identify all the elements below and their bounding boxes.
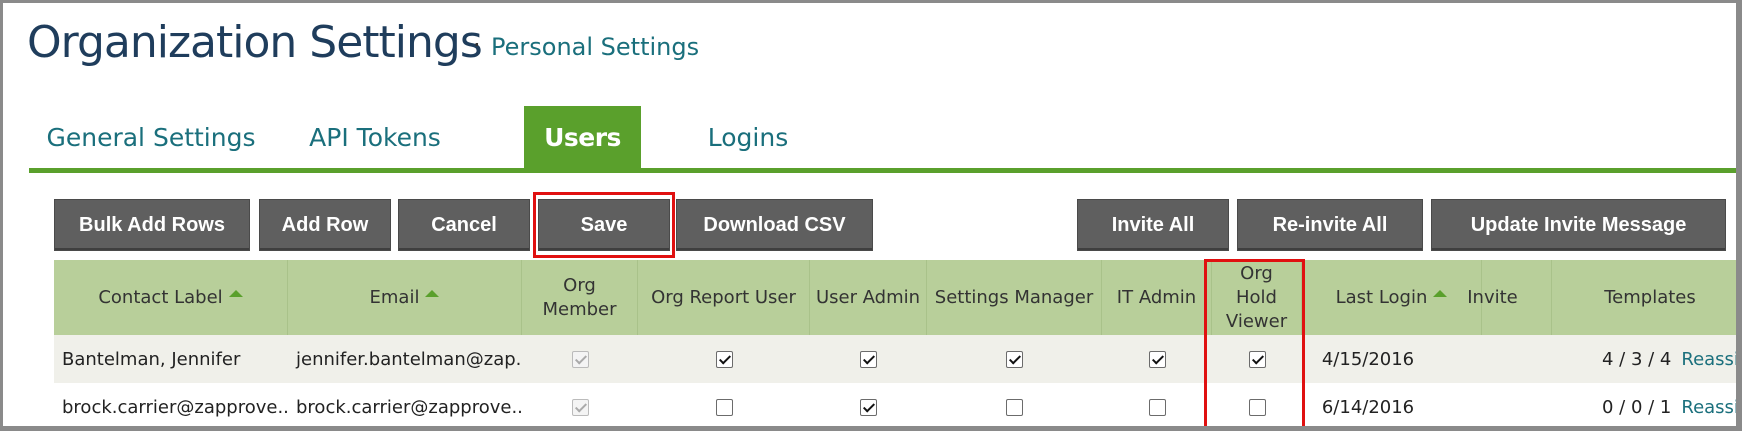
col-it-admin: IT Admin [1102, 260, 1212, 335]
col-templates: Templates [1604, 286, 1696, 308]
last-login-cell: 6/14/2016 [1321, 396, 1415, 418]
org-report-user-checkbox[interactable] [715, 398, 733, 416]
cancel-button[interactable]: Cancel [398, 199, 530, 251]
update-invite-message-button[interactable]: Update Invite Message [1431, 199, 1726, 251]
save-highlight-box [533, 192, 675, 258]
contact-label-cell: Bantelman, Jennifer [62, 348, 241, 370]
invite-cell [1434, 383, 1552, 426]
org-member-checkbox [571, 350, 589, 368]
col-user-admin: User Admin [810, 260, 927, 335]
reassign-link[interactable]: Reassign [1681, 397, 1736, 418]
tab-general-settings[interactable]: General Settings [29, 106, 273, 170]
last-login-cell: 4/15/2016 [1321, 348, 1415, 370]
invite-cell [1434, 335, 1552, 383]
page-title: Organization Settings [27, 17, 483, 68]
tab-bar: General Settings API Tokens Users Logins [29, 106, 1736, 170]
email-cell: jennifer.bantelman@zap... [296, 348, 522, 370]
tab-api-tokens[interactable]: API Tokens [289, 106, 461, 170]
sort-asc-icon [425, 290, 440, 297]
table-row: brock.carrier@zapprove... brock.carrier@… [54, 383, 1736, 426]
org-report-user-checkbox[interactable] [715, 350, 733, 368]
col-contact-label[interactable]: Contact Label [54, 260, 288, 335]
personal-settings-link[interactable]: Personal Settings [491, 33, 699, 61]
settings-manager-checkbox[interactable] [1006, 398, 1023, 416]
settings-window: Organization Settings · Personal Setting… [0, 0, 1742, 431]
bulk-add-rows-button[interactable]: Bulk Add Rows [54, 199, 250, 251]
user-admin-checkbox[interactable] [860, 350, 877, 368]
it-admin-checkbox[interactable] [1148, 398, 1166, 416]
org-member-checkbox [571, 398, 589, 416]
reassign-link[interactable]: Reassign [1681, 349, 1736, 370]
tab-users[interactable]: Users [524, 106, 641, 170]
it-admin-checkbox[interactable] [1148, 350, 1166, 368]
contact-label-cell: brock.carrier@zapprove... [62, 396, 288, 418]
add-row-button[interactable]: Add Row [259, 199, 391, 251]
sort-asc-icon [228, 290, 243, 297]
templates-count: 4 / 3 / 4 [1602, 348, 1672, 370]
org-hold-viewer-highlight-box [1204, 259, 1305, 426]
tab-logins[interactable]: Logins [693, 106, 803, 170]
settings-manager-checkbox[interactable] [1006, 350, 1023, 368]
col-invite: Invite [1434, 260, 1552, 335]
col-email[interactable]: Email [288, 260, 522, 335]
title-separator: · [473, 31, 481, 59]
table-header: Contact Label Email Org Member Org Repor… [54, 260, 1736, 335]
table-row: Bantelman, Jennifer jennifer.bantelman@z… [54, 335, 1736, 383]
user-admin-checkbox[interactable] [860, 398, 877, 416]
download-csv-button[interactable]: Download CSV [676, 199, 873, 251]
col-settings-manager: Settings Manager [927, 260, 1102, 335]
reinvite-all-button[interactable]: Re-invite All [1237, 199, 1423, 251]
col-org-member: Org Member [522, 260, 638, 335]
templates-count: 0 / 0 / 1 [1602, 396, 1672, 418]
email-cell: brock.carrier@zapprove... [296, 396, 522, 418]
col-org-report-user: Org Report User [638, 260, 810, 335]
invite-all-button[interactable]: Invite All [1077, 199, 1229, 251]
tab-underline [29, 168, 1736, 173]
